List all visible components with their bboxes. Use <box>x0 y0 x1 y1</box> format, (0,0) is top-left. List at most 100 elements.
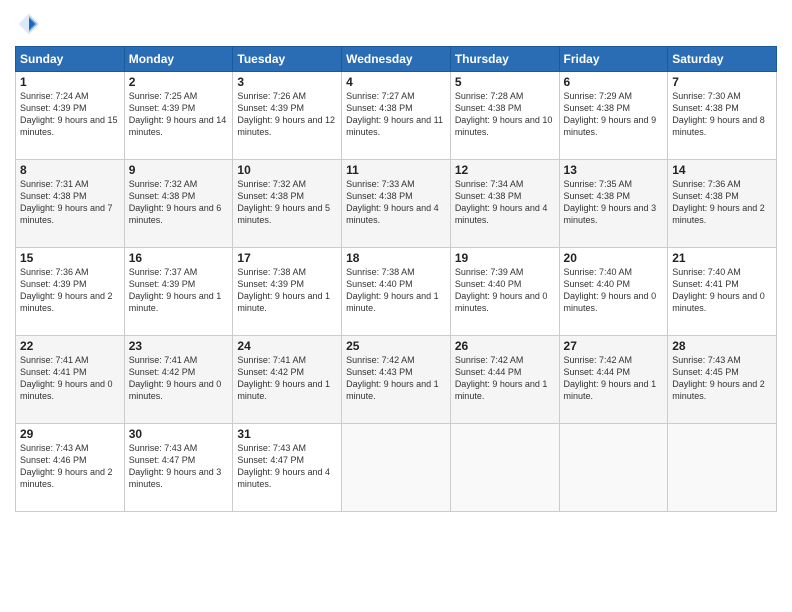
calendar-cell: 21 Sunrise: 7:40 AM Sunset: 4:41 PM Dayl… <box>668 248 777 336</box>
calendar-cell: 30 Sunrise: 7:43 AM Sunset: 4:47 PM Dayl… <box>124 424 233 512</box>
day-number: 28 <box>672 339 772 353</box>
cell-info: Sunrise: 7:41 AM Sunset: 4:42 PM Dayligh… <box>129 354 229 403</box>
cell-info: Sunrise: 7:36 AM Sunset: 4:39 PM Dayligh… <box>20 266 120 315</box>
calendar-cell: 23 Sunrise: 7:41 AM Sunset: 4:42 PM Dayl… <box>124 336 233 424</box>
cell-info: Sunrise: 7:25 AM Sunset: 4:39 PM Dayligh… <box>129 90 229 139</box>
calendar-cell: 25 Sunrise: 7:42 AM Sunset: 4:43 PM Dayl… <box>342 336 451 424</box>
day-number: 24 <box>237 339 337 353</box>
calendar-header-tuesday: Tuesday <box>233 47 342 72</box>
cell-info: Sunrise: 7:42 AM Sunset: 4:43 PM Dayligh… <box>346 354 446 403</box>
cell-info: Sunrise: 7:29 AM Sunset: 4:38 PM Dayligh… <box>564 90 664 139</box>
cell-info: Sunrise: 7:40 AM Sunset: 4:41 PM Dayligh… <box>672 266 772 315</box>
calendar-cell: 10 Sunrise: 7:32 AM Sunset: 4:38 PM Dayl… <box>233 160 342 248</box>
cell-info: Sunrise: 7:27 AM Sunset: 4:38 PM Dayligh… <box>346 90 446 139</box>
calendar-cell <box>342 424 451 512</box>
cell-info: Sunrise: 7:30 AM Sunset: 4:38 PM Dayligh… <box>672 90 772 139</box>
cell-info: Sunrise: 7:42 AM Sunset: 4:44 PM Dayligh… <box>564 354 664 403</box>
cell-info: Sunrise: 7:38 AM Sunset: 4:39 PM Dayligh… <box>237 266 337 315</box>
day-number: 29 <box>20 427 120 441</box>
calendar-cell: 13 Sunrise: 7:35 AM Sunset: 4:38 PM Dayl… <box>559 160 668 248</box>
day-number: 4 <box>346 75 446 89</box>
day-number: 8 <box>20 163 120 177</box>
cell-info: Sunrise: 7:43 AM Sunset: 4:47 PM Dayligh… <box>129 442 229 491</box>
calendar-header-saturday: Saturday <box>668 47 777 72</box>
calendar-cell: 11 Sunrise: 7:33 AM Sunset: 4:38 PM Dayl… <box>342 160 451 248</box>
cell-info: Sunrise: 7:35 AM Sunset: 4:38 PM Dayligh… <box>564 178 664 227</box>
cell-info: Sunrise: 7:33 AM Sunset: 4:38 PM Dayligh… <box>346 178 446 227</box>
calendar-header-row: SundayMondayTuesdayWednesdayThursdayFrid… <box>16 47 777 72</box>
cell-info: Sunrise: 7:24 AM Sunset: 4:39 PM Dayligh… <box>20 90 120 139</box>
cell-info: Sunrise: 7:37 AM Sunset: 4:39 PM Dayligh… <box>129 266 229 315</box>
day-number: 23 <box>129 339 229 353</box>
header <box>15 10 777 38</box>
day-number: 13 <box>564 163 664 177</box>
calendar-cell: 29 Sunrise: 7:43 AM Sunset: 4:46 PM Dayl… <box>16 424 125 512</box>
calendar-cell: 3 Sunrise: 7:26 AM Sunset: 4:39 PM Dayli… <box>233 72 342 160</box>
cell-info: Sunrise: 7:32 AM Sunset: 4:38 PM Dayligh… <box>129 178 229 227</box>
cell-info: Sunrise: 7:43 AM Sunset: 4:46 PM Dayligh… <box>20 442 120 491</box>
cell-info: Sunrise: 7:43 AM Sunset: 4:47 PM Dayligh… <box>237 442 337 491</box>
calendar-week-4: 22 Sunrise: 7:41 AM Sunset: 4:41 PM Dayl… <box>16 336 777 424</box>
calendar-cell: 4 Sunrise: 7:27 AM Sunset: 4:38 PM Dayli… <box>342 72 451 160</box>
cell-info: Sunrise: 7:41 AM Sunset: 4:42 PM Dayligh… <box>237 354 337 403</box>
calendar-week-5: 29 Sunrise: 7:43 AM Sunset: 4:46 PM Dayl… <box>16 424 777 512</box>
page: SundayMondayTuesdayWednesdayThursdayFrid… <box>0 0 792 612</box>
day-number: 19 <box>455 251 555 265</box>
day-number: 10 <box>237 163 337 177</box>
day-number: 22 <box>20 339 120 353</box>
cell-info: Sunrise: 7:41 AM Sunset: 4:41 PM Dayligh… <box>20 354 120 403</box>
calendar-cell <box>559 424 668 512</box>
day-number: 14 <box>672 163 772 177</box>
calendar-cell: 14 Sunrise: 7:36 AM Sunset: 4:38 PM Dayl… <box>668 160 777 248</box>
calendar-cell: 27 Sunrise: 7:42 AM Sunset: 4:44 PM Dayl… <box>559 336 668 424</box>
day-number: 20 <box>564 251 664 265</box>
calendar-cell: 24 Sunrise: 7:41 AM Sunset: 4:42 PM Dayl… <box>233 336 342 424</box>
cell-info: Sunrise: 7:26 AM Sunset: 4:39 PM Dayligh… <box>237 90 337 139</box>
calendar-cell: 2 Sunrise: 7:25 AM Sunset: 4:39 PM Dayli… <box>124 72 233 160</box>
cell-info: Sunrise: 7:39 AM Sunset: 4:40 PM Dayligh… <box>455 266 555 315</box>
calendar-week-2: 8 Sunrise: 7:31 AM Sunset: 4:38 PM Dayli… <box>16 160 777 248</box>
calendar-week-3: 15 Sunrise: 7:36 AM Sunset: 4:39 PM Dayl… <box>16 248 777 336</box>
day-number: 5 <box>455 75 555 89</box>
calendar-header-thursday: Thursday <box>450 47 559 72</box>
cell-info: Sunrise: 7:43 AM Sunset: 4:45 PM Dayligh… <box>672 354 772 403</box>
cell-info: Sunrise: 7:42 AM Sunset: 4:44 PM Dayligh… <box>455 354 555 403</box>
day-number: 31 <box>237 427 337 441</box>
calendar-header-friday: Friday <box>559 47 668 72</box>
cell-info: Sunrise: 7:40 AM Sunset: 4:40 PM Dayligh… <box>564 266 664 315</box>
day-number: 11 <box>346 163 446 177</box>
calendar-cell: 7 Sunrise: 7:30 AM Sunset: 4:38 PM Dayli… <box>668 72 777 160</box>
day-number: 17 <box>237 251 337 265</box>
day-number: 3 <box>237 75 337 89</box>
calendar-header-wednesday: Wednesday <box>342 47 451 72</box>
calendar-cell: 18 Sunrise: 7:38 AM Sunset: 4:40 PM Dayl… <box>342 248 451 336</box>
calendar-cell: 26 Sunrise: 7:42 AM Sunset: 4:44 PM Dayl… <box>450 336 559 424</box>
calendar-cell: 16 Sunrise: 7:37 AM Sunset: 4:39 PM Dayl… <box>124 248 233 336</box>
cell-info: Sunrise: 7:31 AM Sunset: 4:38 PM Dayligh… <box>20 178 120 227</box>
day-number: 21 <box>672 251 772 265</box>
calendar-cell <box>450 424 559 512</box>
calendar-cell: 17 Sunrise: 7:38 AM Sunset: 4:39 PM Dayl… <box>233 248 342 336</box>
day-number: 18 <box>346 251 446 265</box>
day-number: 27 <box>564 339 664 353</box>
day-number: 7 <box>672 75 772 89</box>
logo <box>15 10 47 38</box>
cell-info: Sunrise: 7:36 AM Sunset: 4:38 PM Dayligh… <box>672 178 772 227</box>
day-number: 1 <box>20 75 120 89</box>
cell-info: Sunrise: 7:38 AM Sunset: 4:40 PM Dayligh… <box>346 266 446 315</box>
logo-icon <box>15 10 43 38</box>
calendar-table: SundayMondayTuesdayWednesdayThursdayFrid… <box>15 46 777 512</box>
calendar-cell: 12 Sunrise: 7:34 AM Sunset: 4:38 PM Dayl… <box>450 160 559 248</box>
day-number: 30 <box>129 427 229 441</box>
day-number: 2 <box>129 75 229 89</box>
cell-info: Sunrise: 7:34 AM Sunset: 4:38 PM Dayligh… <box>455 178 555 227</box>
cell-info: Sunrise: 7:28 AM Sunset: 4:38 PM Dayligh… <box>455 90 555 139</box>
calendar-cell: 15 Sunrise: 7:36 AM Sunset: 4:39 PM Dayl… <box>16 248 125 336</box>
calendar-header-sunday: Sunday <box>16 47 125 72</box>
calendar-cell <box>668 424 777 512</box>
calendar-cell: 19 Sunrise: 7:39 AM Sunset: 4:40 PM Dayl… <box>450 248 559 336</box>
calendar-cell: 6 Sunrise: 7:29 AM Sunset: 4:38 PM Dayli… <box>559 72 668 160</box>
calendar-cell: 1 Sunrise: 7:24 AM Sunset: 4:39 PM Dayli… <box>16 72 125 160</box>
calendar-week-1: 1 Sunrise: 7:24 AM Sunset: 4:39 PM Dayli… <box>16 72 777 160</box>
cell-info: Sunrise: 7:32 AM Sunset: 4:38 PM Dayligh… <box>237 178 337 227</box>
